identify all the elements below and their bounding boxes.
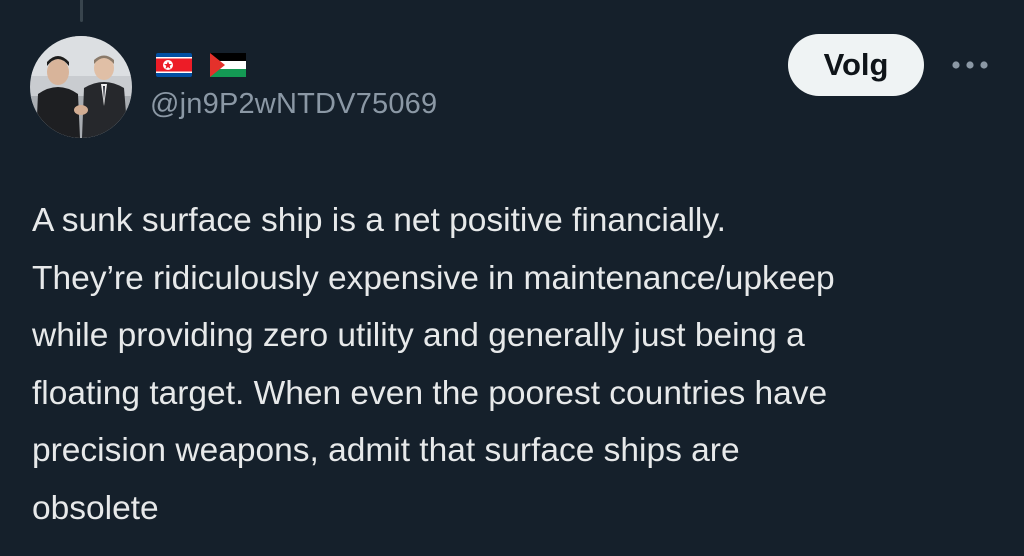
- palestine-flag-icon: [210, 53, 246, 77]
- avatar[interactable]: [30, 36, 132, 138]
- north-korea-flag-icon: [156, 53, 192, 77]
- more-options-button[interactable]: [946, 50, 994, 80]
- thread-connector-line: [80, 0, 83, 22]
- follow-button[interactable]: Volg: [788, 34, 924, 96]
- avatar-image: [30, 36, 132, 138]
- author-handle[interactable]: @jn9P2wNTDV75069: [150, 88, 437, 121]
- profile-flags: [156, 52, 246, 78]
- more-horizontal-icon: [952, 61, 988, 69]
- post-text: A sunk surface ship is a net positive fi…: [32, 202, 835, 527]
